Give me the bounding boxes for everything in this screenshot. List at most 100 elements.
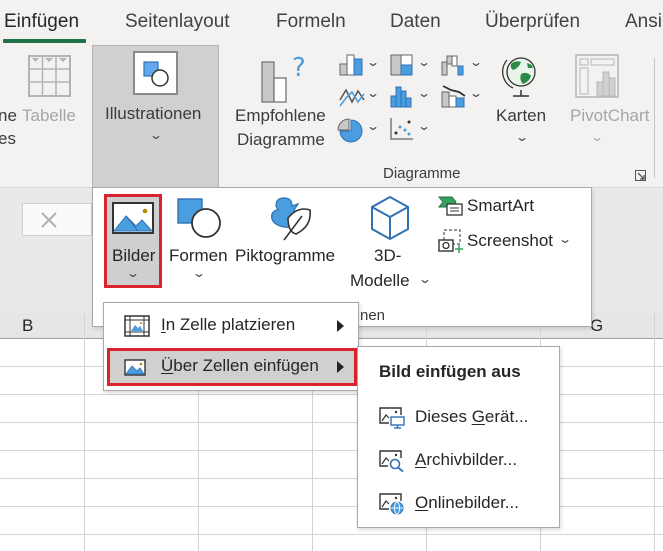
3d-models-button[interactable]: 3D- Modelle ⌄ — [350, 194, 432, 298]
menu-item-place-in-cell[interactable]: In Zelle platzieren — [108, 308, 356, 344]
charts-dialog-launcher[interactable] — [635, 170, 646, 181]
hierarchy-chart-button[interactable]: ⌄ — [388, 53, 434, 79]
pictogram-icon — [271, 197, 312, 241]
recommended-charts-icon: ? — [261, 53, 306, 103]
menu-item-this-device[interactable]: Dieses Gerät... — [359, 399, 559, 437]
globe-icon — [502, 57, 536, 97]
smartart-button[interactable]: SmartArt — [437, 194, 548, 220]
chevron-down-icon: ⌄ — [514, 130, 530, 144]
submenu-arrow-icon — [337, 361, 344, 373]
pictures-button[interactable]: Bilder ⌄ — [104, 194, 162, 288]
smartart-icon — [437, 196, 463, 216]
illustrations-label: Illustrationen — [105, 104, 202, 123]
this-device-icon — [379, 407, 405, 429]
3d-models-label-1: 3D- — [374, 246, 402, 265]
statistic-chart-button[interactable]: ⌄ — [388, 84, 434, 110]
pictograms-button[interactable]: Piktogramme — [235, 194, 345, 288]
menu-item-stock-images[interactable]: Archivbilder... — [359, 442, 559, 480]
screenshot-label: Screenshot — [467, 231, 553, 250]
line-chart-icon — [339, 88, 365, 107]
screenshot-icon — [438, 229, 463, 253]
chevron-down-icon: ⌄ — [468, 86, 484, 100]
hierarchy-chart-icon — [390, 54, 413, 76]
flyout-title: Bild einfügen aus — [379, 362, 521, 381]
menu-item-label: Onlinebilder... — [415, 493, 519, 512]
tab-formeln[interactable]: Formeln — [276, 11, 346, 33]
waterfall-chart-icon — [441, 55, 464, 76]
table-label: Tabelle — [22, 106, 76, 125]
cancel-button[interactable] — [22, 203, 92, 236]
menu-item-label: Über Zellen einfügen — [161, 356, 319, 375]
pie-chart-icon — [337, 118, 363, 143]
chevron-down-icon: ⌄ — [468, 55, 484, 69]
column-line — [84, 313, 85, 551]
combo-chart-button[interactable]: ⌄ — [439, 84, 485, 110]
shapes-label: Formen — [169, 246, 228, 265]
chevron-down-icon: ⌄ — [557, 232, 573, 246]
chevron-down-icon: ⌄ — [589, 130, 605, 144]
recommended-charts-button[interactable]: ? Empfohlene Diagramme — [232, 52, 332, 157]
pivotchart-button[interactable]: PivotChart ⌄ — [570, 52, 653, 152]
picture-icon — [124, 359, 146, 376]
pictures-submenu: In Zelle platzieren Über Zellen einfügen — [103, 302, 359, 391]
pictures-label: Bilder — [112, 246, 156, 265]
svg-text:?: ? — [292, 53, 306, 83]
cube-icon — [371, 195, 409, 241]
pivotchart-icon — [575, 54, 619, 98]
3d-models-label-2: Modelle — [350, 271, 410, 290]
tab-seitenlayout[interactable]: Seitenlayout — [125, 11, 230, 33]
row-line — [0, 506, 663, 507]
shapes-button[interactable]: Formen ⌄ — [167, 194, 233, 288]
maps-button[interactable]: Karten ⌄ — [492, 52, 552, 152]
smartart-label: SmartArt — [467, 196, 535, 215]
scatter-chart-icon — [390, 118, 413, 140]
place-in-cell-icon — [124, 315, 150, 337]
chevron-down-icon: ⌄ — [125, 266, 141, 280]
tab-ansicht[interactable]: Ansi — [625, 11, 662, 33]
row-line — [0, 422, 663, 423]
partial-button-label-2: es — [0, 129, 16, 148]
chevron-down-icon: ⌄ — [191, 266, 207, 280]
row-line — [0, 478, 663, 479]
menu-item-online-pictures[interactable]: Onlinebilder... — [359, 485, 559, 523]
pictograms-label: Piktogramme — [235, 246, 336, 265]
charts-group-label: Diagramme — [383, 165, 461, 182]
tab-ueberpruefen[interactable]: Überprüfen — [485, 11, 580, 33]
illustrations-group-label: nen — [360, 307, 386, 324]
active-tab-indicator — [3, 39, 86, 43]
picture-icon — [112, 202, 154, 234]
pivotchart-label: PivotChart — [570, 106, 650, 125]
column-header-b[interactable]: B — [22, 316, 33, 336]
chevron-down-icon: ⌄ — [365, 119, 381, 133]
row-line — [0, 450, 663, 451]
menu-item-label: In Zelle platzieren — [161, 315, 296, 334]
recommended-charts-label-2: Diagramme — [237, 130, 325, 149]
illustrations-button[interactable]: Illustrationen ⌄ — [92, 45, 219, 187]
chevron-down-icon: ⌄ — [365, 55, 381, 69]
stock-images-icon — [379, 450, 404, 473]
scatter-chart-button[interactable]: ⌄ — [388, 117, 434, 143]
waterfall-chart-button[interactable]: ⌄ — [439, 53, 485, 79]
chevron-down-icon: ⌄ — [148, 128, 164, 142]
shapes-icon — [177, 198, 221, 238]
recommended-charts-label-1: Empfohlene — [235, 106, 326, 125]
menu-item-over-cells[interactable]: Über Zellen einfügen — [107, 348, 357, 386]
menu-item-label: Dieses Gerät... — [415, 407, 529, 426]
pie-chart-button[interactable]: ⌄ — [336, 117, 382, 143]
group-separator — [654, 58, 655, 178]
column-chart-icon — [339, 54, 363, 76]
tab-daten[interactable]: Daten — [390, 11, 441, 33]
row-line — [0, 534, 663, 535]
chevron-down-icon: ⌄ — [416, 86, 432, 100]
screenshot-button[interactable]: Screenshot ⌄ — [438, 228, 578, 256]
column-chart-button[interactable]: ⌄ — [336, 53, 382, 79]
online-pictures-icon — [379, 493, 404, 515]
tab-einfuegen[interactable]: Einfügen — [4, 11, 79, 33]
partial-button-label: ne — [0, 106, 17, 125]
dialog-launcher-icon — [637, 172, 645, 180]
chevron-down-icon: ⌄ — [416, 119, 432, 133]
table-button[interactable]: Tabelle — [22, 52, 77, 132]
line-chart-button[interactable]: ⌄ — [336, 84, 382, 110]
chevron-down-icon: ⌄ — [416, 55, 432, 69]
ribbon-tab-bar: Einfügen Seitenlayout Formeln Daten Über… — [0, 0, 663, 48]
